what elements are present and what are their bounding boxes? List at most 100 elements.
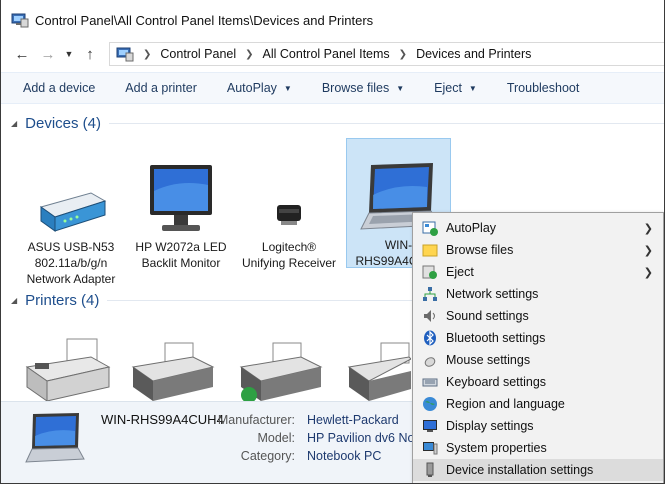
menu-item-label: Eject xyxy=(446,265,474,279)
breadcrumb-separator-icon: ❯ xyxy=(245,48,254,60)
control-panel-icon xyxy=(116,47,134,62)
autoplay-button[interactable]: AutoPlay ▼ xyxy=(217,75,302,101)
model-label: Model: xyxy=(257,431,295,445)
collapse-triangle-icon: ◢ xyxy=(11,295,18,305)
fax-icon xyxy=(25,338,111,402)
menu-item-device-installation-settings[interactable]: Device installation settings xyxy=(413,459,663,481)
autoplay-label: AutoPlay xyxy=(226,81,277,95)
device-install-icon xyxy=(426,462,434,477)
device-label: ASUS USB-N53 802.11a/b/g/n Network Adapt… xyxy=(26,240,116,286)
menu-item-label: AutoPlay xyxy=(446,221,497,235)
menu-item-label: Network settings xyxy=(446,287,539,301)
menu-item-eject[interactable]: Eject ❯ xyxy=(413,261,663,283)
display-icon xyxy=(423,420,437,432)
breadcrumb-separator-icon: ❯ xyxy=(143,48,152,60)
speaker-icon xyxy=(424,310,435,322)
device-asus-adapter[interactable]: ASUS USB-N53 802.11a/b/g/n Network Adapt… xyxy=(21,157,121,287)
breadcrumb-control-panel[interactable]: Control Panel xyxy=(160,47,236,61)
devices-group-header[interactable]: ◢ Devices (4) xyxy=(11,112,101,134)
globe-icon xyxy=(423,397,437,411)
menu-item-label: Browse files xyxy=(446,243,514,257)
menu-item-label: Sound settings xyxy=(446,309,529,323)
laptop-icon xyxy=(25,413,85,463)
group-divider xyxy=(109,123,664,124)
dropdown-caret-icon: ▼ xyxy=(468,83,477,93)
eject-icon xyxy=(422,265,437,279)
device-logitech-receiver[interactable]: Logitech® Unifying Receiver xyxy=(239,157,339,271)
breadcrumb-devices-and-printers[interactable]: Devices and Printers xyxy=(416,47,531,61)
device-label: Logitech® Unifying Receiver xyxy=(241,240,337,270)
menu-item-sound-settings[interactable]: Sound settings xyxy=(413,305,663,327)
menu-item-label: Mouse settings xyxy=(446,353,531,367)
troubleshoot-label: Troubleshoot xyxy=(506,81,580,95)
keyboard-icon xyxy=(422,378,438,387)
up-button[interactable]: ↑ xyxy=(77,42,103,66)
menu-item-system-properties[interactable]: System properties xyxy=(413,437,663,459)
printer-icon xyxy=(239,342,323,403)
autoplay-icon xyxy=(422,221,438,236)
add-printer-button[interactable]: Add a printer xyxy=(115,75,207,101)
computer-icon xyxy=(423,442,438,455)
dropdown-caret-icon: ▼ xyxy=(396,83,405,93)
add-printer-label: Add a printer xyxy=(125,81,197,95)
menu-item-network-settings[interactable]: Network settings xyxy=(413,283,663,305)
printer-icon xyxy=(131,342,215,401)
printers-group-title: Printers (4) xyxy=(25,291,100,309)
device-hp-monitor[interactable]: HP W2072a LED Backlit Monitor xyxy=(131,157,231,271)
back-button[interactable]: ← xyxy=(9,42,35,66)
category-value: Notebook PC xyxy=(307,449,382,463)
submenu-arrow-icon: ❯ xyxy=(643,244,653,257)
address-field[interactable]: ❯ Control Panel ❯ All Control Panel Item… xyxy=(109,42,664,66)
menu-item-label: Region and language xyxy=(446,397,565,411)
menu-item-display-settings[interactable]: Display settings xyxy=(413,415,663,437)
forward-button[interactable]: → xyxy=(35,42,61,66)
menu-item-label: Device installation settings xyxy=(446,463,594,477)
browse-files-label: Browse files xyxy=(321,81,390,95)
devices-group-title: Devices (4) xyxy=(25,114,102,132)
devices-and-printers-window: Control Panel\All Control Panel Items\De… xyxy=(0,0,665,484)
printer-3[interactable] xyxy=(237,341,323,404)
menu-item-keyboard-settings[interactable]: Keyboard settings xyxy=(413,371,663,393)
window-title: Control Panel\All Control Panel Items\De… xyxy=(35,12,374,28)
add-device-button[interactable]: Add a device xyxy=(13,75,105,101)
collapse-triangle-icon: ◢ xyxy=(11,118,18,128)
forward-arrow-icon: → xyxy=(40,45,56,63)
printer-icon xyxy=(347,342,412,401)
browse-files-button[interactable]: Browse files ▼ xyxy=(312,75,414,101)
breadcrumb-all-items[interactable]: All Control Panel Items xyxy=(263,47,390,61)
recent-locations-button[interactable]: ▼ xyxy=(61,42,77,66)
folder-icon xyxy=(422,244,438,257)
network-adapter-icon xyxy=(39,192,107,232)
monitor-icon xyxy=(150,165,212,231)
printer-4[interactable] xyxy=(345,341,412,404)
category-label: Category: xyxy=(240,449,295,463)
submenu-arrow-icon: ❯ xyxy=(643,266,653,279)
menu-item-label: Keyboard settings xyxy=(446,375,547,389)
chevron-down-icon: ▼ xyxy=(64,49,74,59)
title-bar: Control Panel\All Control Panel Items\De… xyxy=(1,0,664,40)
menu-item-label: System properties xyxy=(446,441,547,455)
menu-item-autoplay[interactable]: AutoPlay ❯ xyxy=(413,217,663,239)
printers-group-header[interactable]: ◢ Printers (4) xyxy=(11,289,99,311)
add-device-label: Add a device xyxy=(23,81,96,95)
up-arrow-icon: ↑ xyxy=(86,45,94,63)
menu-item-label: Bluetooth settings xyxy=(446,331,546,345)
back-arrow-icon: ← xyxy=(14,45,30,63)
menu-item-bluetooth-settings[interactable]: Bluetooth settings xyxy=(413,327,663,349)
bluetooth-icon xyxy=(424,330,436,346)
eject-button[interactable]: Eject ▼ xyxy=(424,75,487,101)
manufacturer-label: Manufacturer: xyxy=(217,413,295,427)
menu-item-browse-files[interactable]: Browse files ❯ xyxy=(413,239,663,261)
eject-label: Eject xyxy=(434,81,462,95)
menu-item-mouse-settings[interactable]: Mouse settings xyxy=(413,349,663,371)
control-panel-icon xyxy=(11,13,29,28)
manufacturer-value: Hewlett-Packard xyxy=(307,413,399,427)
device-label: HP W2072a LED Backlit Monitor xyxy=(135,240,227,270)
printer-fax[interactable] xyxy=(21,337,113,404)
command-bar: Add a device Add a printer AutoPlay ▼ Bro… xyxy=(1,72,664,104)
menu-item-region-and-language[interactable]: Region and language xyxy=(413,393,663,415)
printer-2[interactable] xyxy=(129,341,215,404)
usb-receiver-icon xyxy=(277,205,301,225)
troubleshoot-button[interactable]: Troubleshoot xyxy=(497,75,590,101)
network-icon xyxy=(423,287,437,301)
